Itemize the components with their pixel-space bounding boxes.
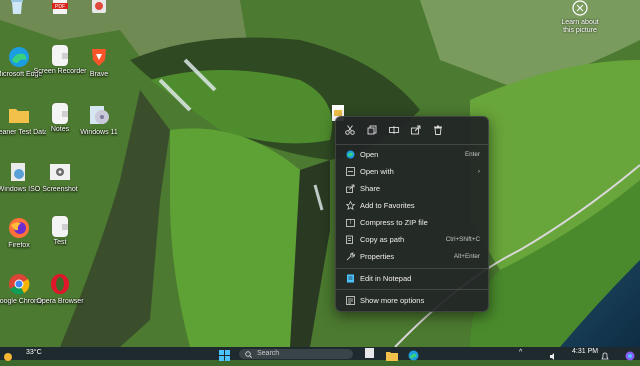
desktop-icon-screenshot[interactable]: Screenshot	[33, 160, 87, 194]
brave-icon	[87, 45, 111, 69]
menu-item-copy-as-path[interactable]: Copy as path Ctrl+Shift+C	[336, 231, 488, 247]
submenu-arrow-icon: ›	[477, 167, 480, 175]
taskbar-file-explorer[interactable]	[386, 348, 398, 361]
file-icon	[52, 216, 68, 237]
menu-item-add-to-favorites[interactable]: Add to Favorites	[336, 197, 488, 213]
taskbar-search[interactable]: Search	[239, 349, 353, 359]
weather-widget[interactable]: 33°C	[4, 348, 44, 361]
desktop-icon-app[interactable]	[72, 0, 126, 18]
menu-item-open-with[interactable]: Open with ›	[336, 163, 488, 179]
file-icon	[52, 45, 68, 66]
delete-icon[interactable]	[430, 122, 446, 138]
taskbar-notepad[interactable]	[365, 348, 377, 359]
camera-icon	[572, 0, 588, 16]
desktop-icon-label: Windows 11	[80, 129, 118, 136]
desktop-icon-opera[interactable]: Opera Browser	[33, 272, 87, 306]
search-placeholder: Search	[257, 349, 280, 357]
file-icon	[365, 348, 374, 358]
open-icon	[345, 149, 355, 159]
app-icon	[87, 0, 111, 18]
menu-item-label: Show more options	[360, 295, 425, 305]
menu-item-label: Open	[360, 149, 379, 159]
context-menu-toolbar	[336, 117, 488, 143]
taskbar-edge[interactable]	[408, 348, 420, 361]
desktop-icon-label: Test	[53, 239, 67, 246]
notepad-icon	[345, 273, 355, 283]
svg-text:PDF: PDF	[55, 4, 65, 10]
firefox-icon	[7, 216, 31, 240]
iso-icon	[7, 160, 31, 184]
learn-about-picture[interactable]: Learn about this picture	[556, 0, 604, 35]
desktop-icon-brave[interactable]: Brave	[72, 45, 126, 79]
weather-temperature: 33°C	[26, 349, 42, 356]
star-icon	[345, 200, 355, 210]
desktop-icon-label: Opera Browser	[36, 298, 84, 305]
taskbar: 33°C Search ^ 4:31 PM	[0, 347, 640, 361]
menu-separator	[336, 268, 488, 269]
edge-icon	[408, 350, 419, 361]
menu-item-label: Copy as path	[360, 234, 405, 244]
disc-icon	[87, 103, 111, 127]
menu-item-shortcut: Alt+Enter	[453, 252, 480, 260]
menu-item-show-more-options[interactable]: Show more options	[336, 292, 488, 308]
share-icon[interactable]	[408, 122, 424, 138]
rename-icon[interactable]	[386, 122, 402, 138]
cut-icon[interactable]	[342, 122, 358, 138]
share-icon	[345, 183, 355, 193]
desktop-icon-test[interactable]: Test	[33, 216, 87, 247]
edge-icon	[7, 45, 31, 69]
more-options-icon	[345, 295, 355, 305]
notification-bell-icon[interactable]	[601, 348, 609, 360]
show-hidden-icons[interactable]: ^	[519, 349, 522, 356]
opera-icon	[48, 272, 72, 296]
menu-item-edit-in-notepad[interactable]: Edit in Notepad	[336, 270, 488, 286]
copy-icon[interactable]	[364, 122, 380, 138]
menu-item-open[interactable]: Open Enter	[336, 146, 488, 162]
desktop-icon-label: Screenshot	[42, 186, 78, 193]
menu-item-shortcut: Enter	[464, 150, 480, 158]
menu-item-label: Open with	[360, 166, 394, 176]
menu-item-compress-zip[interactable]: Compress to ZIP file	[336, 214, 488, 230]
search-icon	[245, 350, 252, 358]
desktop-icon-windows-11[interactable]: Windows 11	[72, 103, 126, 137]
open-with-icon	[345, 166, 355, 176]
folder-icon	[7, 103, 31, 127]
menu-item-properties[interactable]: Properties Alt+Enter	[336, 248, 488, 264]
menu-item-label: Share	[360, 183, 381, 193]
menu-separator	[336, 144, 488, 145]
settings-file-icon	[48, 160, 72, 184]
pdf-icon: PDF	[48, 0, 72, 18]
desktop-icon-label: Brave	[89, 71, 109, 78]
windows-icon	[219, 350, 230, 361]
start-button[interactable]	[219, 348, 231, 361]
clock-time[interactable]: 4:31 PM	[572, 348, 598, 355]
copilot-icon[interactable]	[625, 348, 635, 361]
chrome-icon	[7, 272, 31, 296]
menu-item-label: Edit in Notepad	[360, 273, 412, 283]
file-icon	[52, 103, 68, 124]
learn-about-label: Learn about this picture	[561, 19, 599, 34]
recycle-bin-icon	[5, 0, 29, 18]
menu-separator	[336, 289, 488, 290]
path-icon	[345, 234, 355, 244]
menu-item-label: Add to Favorites	[360, 200, 415, 210]
menu-item-shortcut: Ctrl+Shift+C	[445, 235, 480, 243]
zip-icon	[345, 217, 355, 227]
context-menu: Open Enter Open with › Share Add to Favo…	[335, 116, 489, 312]
menu-item-label: Properties	[360, 251, 395, 261]
wrench-icon	[345, 251, 355, 261]
volume-icon[interactable]	[549, 348, 559, 360]
menu-item-share[interactable]: Share	[336, 180, 488, 196]
menu-item-label: Compress to ZIP file	[360, 217, 428, 227]
